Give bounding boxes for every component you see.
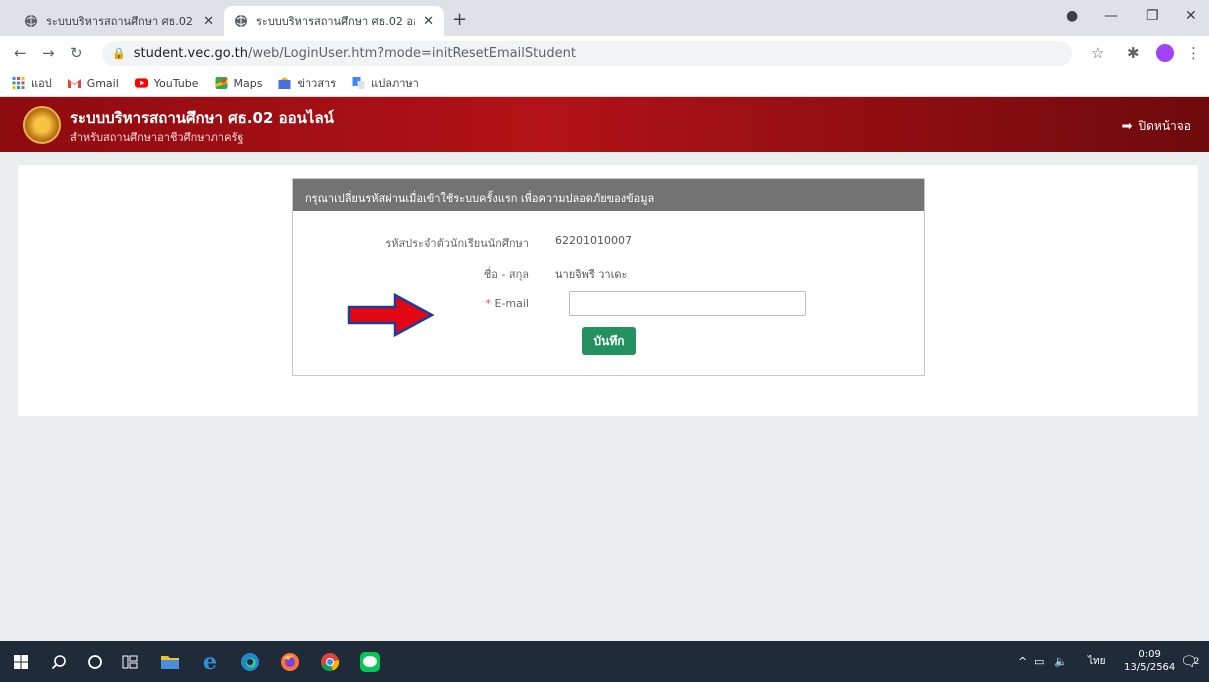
name-label: ชื่อ - สกุล [483, 268, 529, 281]
reset-email-card: กรุณาเปลี่ยนรหัสผ่านเมื่อเข้าใช้ระบบครั้… [292, 178, 925, 376]
volume-icon[interactable]: 🔈 [1054, 641, 1068, 682]
bookmark-translate[interactable]: แปลภาษา [352, 74, 419, 92]
bookmark-maps[interactable]: Maps [215, 76, 263, 90]
tray-chevron-icon[interactable]: ^ [1018, 641, 1027, 682]
firefox-button[interactable] [273, 641, 307, 682]
required-mark: * [485, 297, 492, 310]
site-subtitle: สำหรับสถานศึกษาอาชีวศึกษาภาครัฐ [70, 131, 244, 144]
bookmark-label: Gmail [86, 76, 119, 90]
browser-tab-strip: ระบบบริหารสถานศึกษา ศธ.02 ออนไล ✕ ระบบบร… [0, 0, 1209, 36]
translate-icon [352, 77, 365, 89]
input-language[interactable]: ไทย [1088, 641, 1105, 682]
profile-avatar[interactable] [1156, 44, 1174, 62]
lock-icon: 🔒 [112, 47, 126, 60]
search-button[interactable] [42, 641, 76, 682]
student-id-label: รหัสประจำตัวนักเรียนนักศึกษา [385, 237, 529, 250]
back-icon[interactable]: ← [14, 44, 27, 62]
bookmarks-bar: แอป Gmail YouTube Maps ข่าวสาร แปลภาษา [0, 70, 1209, 97]
email-label-row: * E-mail [486, 297, 530, 310]
student-id-value: 62201010007 [555, 234, 632, 247]
email-field[interactable] [569, 291, 806, 316]
task-view-icon [122, 655, 138, 668]
clock-date: 13/5/2564 [1124, 662, 1176, 673]
close-window-icon[interactable]: ✕ [1185, 8, 1197, 24]
internet-explorer-icon: e [203, 648, 217, 675]
youtube-icon [134, 78, 148, 88]
taskbar-clock[interactable]: 0:09 13/5/2564 [1124, 648, 1175, 674]
cortana-icon [88, 654, 102, 669]
name-value: นายจิพรี วาเดะ [555, 268, 628, 281]
star-icon[interactable]: ☆ [1091, 44, 1104, 62]
ie-button[interactable]: e [193, 641, 227, 682]
browser-tab-active[interactable]: ระบบบริหารสถานศึกษา ศธ.02 ออนไล ✕ [224, 6, 444, 36]
email-label: E-mail [494, 297, 530, 310]
bookmark-label: ข่าวสาร [297, 77, 337, 90]
menu-icon[interactable]: ⋮ [1186, 44, 1201, 62]
sign-out-icon: ➡ [1121, 119, 1133, 134]
address-bar[interactable]: 🔒 student.vec.go.th/web/LoginUser.htm?mo… [102, 41, 1072, 66]
line-app-icon [360, 651, 380, 672]
school-seal-logo [23, 106, 61, 144]
network-icon[interactable]: ▭ [1034, 641, 1044, 682]
close-screen-link[interactable]: ➡ ปิดหน้าจอ [1122, 117, 1191, 136]
card-heading: กรุณาเปลี่ยนรหัสผ่านเมื่อเข้าใช้ระบบครั้… [293, 179, 924, 211]
bookmark-youtube[interactable]: YouTube [134, 76, 199, 90]
action-center-icon[interactable]: 🗨 2 [1180, 641, 1200, 682]
chrome-button[interactable] [313, 641, 347, 682]
task-view-button[interactable] [113, 641, 147, 682]
bookmark-news[interactable]: ข่าวสาร [278, 74, 336, 92]
globe-icon [235, 15, 247, 27]
url-host: student.vec.go.th [133, 46, 248, 61]
bookmark-apps[interactable]: แอป [12, 74, 52, 92]
bookmark-label: แปลภาษา [371, 77, 419, 90]
windows-icon [14, 654, 28, 669]
browser-toolbar: ← → ↻ 🔒 student.vec.go.th/web/LoginUser.… [0, 36, 1209, 70]
firefox-icon [281, 652, 299, 671]
edge-icon [241, 652, 259, 671]
search-icon [51, 654, 66, 669]
tab-search-icon[interactable]: ● [1066, 8, 1078, 24]
cortana-button[interactable] [78, 641, 112, 682]
clock-time: 0:09 [1138, 649, 1161, 660]
windows-taskbar: e ^ ▭ 🔈 ไทย 0:09 13/5/2564 🗨 2 [0, 641, 1209, 682]
main-panel: กรุณาเปลี่ยนรหัสผ่านเมื่อเข้าใช้ระบบครั้… [18, 165, 1198, 416]
edge-button[interactable] [233, 641, 267, 682]
start-button[interactable] [4, 641, 38, 682]
bookmark-label: แอป [31, 77, 52, 90]
folder-icon [161, 656, 179, 669]
extensions-icon[interactable]: ✱ [1127, 44, 1140, 62]
notification-count: 2 [1193, 656, 1200, 667]
minimize-icon[interactable]: — [1104, 8, 1118, 24]
close-screen-label: ปิดหน้าจอ [1138, 119, 1192, 133]
news-icon [278, 77, 291, 89]
maps-icon [215, 77, 228, 89]
close-tab-icon[interactable]: ✕ [423, 14, 434, 29]
restore-icon[interactable]: ❐ [1146, 8, 1159, 24]
tab-title: ระบบบริหารสถานศึกษา ศธ.02 ออนไล [46, 15, 195, 28]
file-explorer-button[interactable] [153, 641, 187, 682]
site-header: ระบบบริหารสถานศึกษา ศธ.02 ออนไลน์ สำหรับ… [0, 97, 1209, 152]
globe-icon [25, 15, 37, 27]
red-arrow-annotation [347, 292, 435, 338]
new-tab-button[interactable]: + [452, 9, 467, 30]
browser-tab[interactable]: ระบบบริหารสถานศึกษา ศธ.02 ออนไล ✕ [14, 6, 224, 36]
url-path: /web/LoginUser.htm?mode=initResetEmailSt… [247, 46, 577, 61]
reload-icon[interactable]: ↻ [70, 44, 83, 62]
site-title: ระบบบริหารสถานศึกษา ศธ.02 ออนไลน์ [70, 109, 334, 127]
forward-icon[interactable]: → [42, 44, 55, 62]
chrome-icon [321, 652, 340, 671]
bookmark-gmail[interactable]: Gmail [67, 76, 119, 90]
line-button[interactable] [353, 641, 387, 682]
bookmark-label: YouTube [153, 76, 199, 90]
save-button[interactable]: บันทึก [582, 327, 636, 355]
apps-grid-icon [12, 77, 25, 89]
gmail-icon [67, 79, 81, 88]
close-tab-icon[interactable]: ✕ [203, 14, 214, 29]
tab-title: ระบบบริหารสถานศึกษา ศธ.02 ออนไล [256, 15, 415, 28]
bookmark-label: Maps [233, 76, 263, 90]
